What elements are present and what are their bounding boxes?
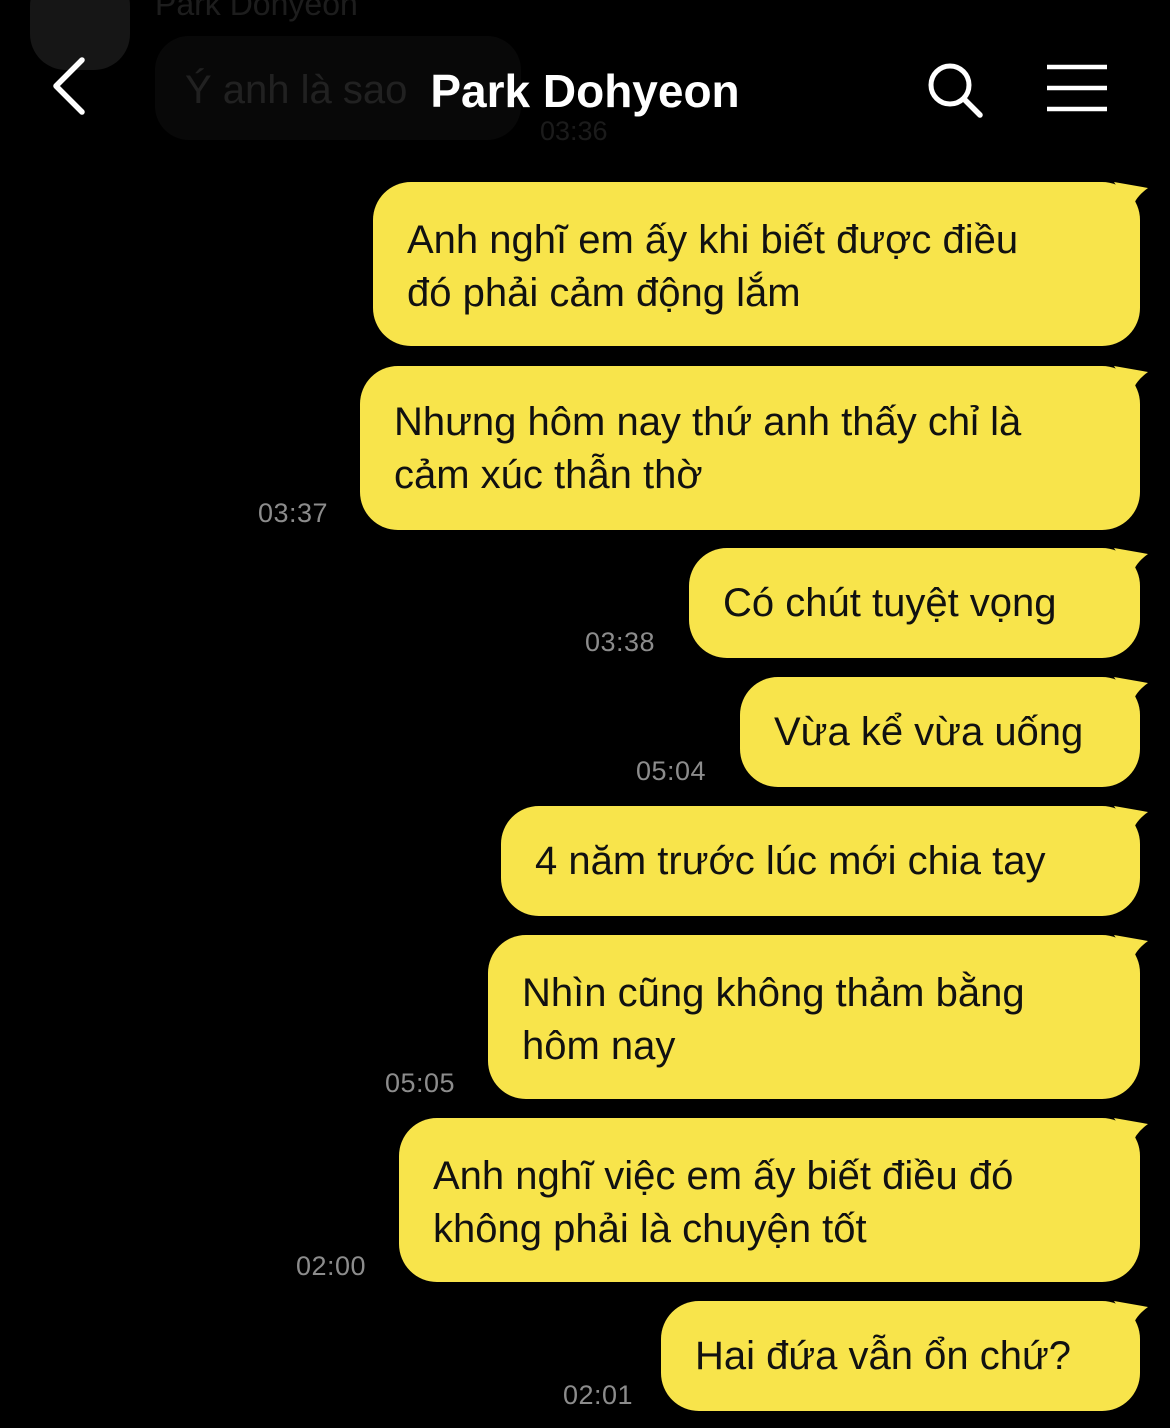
message-timestamp: 02:01 [563, 1380, 634, 1410]
message-bubble[interactable]: Nhưng hôm nay thứ anh thấy chỉ là cảm xú… [360, 366, 1148, 530]
bubble-tail [1114, 182, 1148, 210]
hamburger-menu-icon [1047, 64, 1107, 112]
menu-button[interactable] [1044, 62, 1110, 118]
message-bubble[interactable]: Anh nghĩ em ấy khi biết được điều đó phả… [373, 182, 1148, 346]
bubble-tail [1114, 1301, 1148, 1329]
message-text-line: hôm nay [522, 1024, 676, 1068]
message-bubble[interactable]: Có chút tuyệt vọng [689, 548, 1148, 658]
message-text-line: Anh nghĩ việc em ấy biết điều đó [433, 1154, 1014, 1198]
bubble-tail [1114, 806, 1148, 834]
outgoing-message: Có chút tuyệt vọng [689, 548, 1148, 658]
outgoing-message: Anh nghĩ em ấy khi biết được điều đó phả… [373, 182, 1148, 346]
message-bubble[interactable]: Hai đứa vẫn ổn chứ? [661, 1301, 1148, 1411]
outgoing-message: Nhưng hôm nay thứ anh thấy chỉ là cảm xú… [360, 366, 1148, 530]
message-text-line: cảm xúc thẫn thờ [394, 453, 703, 497]
chat-header: Park Dohyeon [0, 30, 1170, 150]
message-text-line: Có chút tuyệt vọng [723, 581, 1057, 625]
bubble-tail [1114, 548, 1148, 576]
search-button[interactable] [922, 58, 988, 124]
bubble-tail [1114, 1118, 1148, 1146]
chat-screen: Park Dohyeon Ý anh là sao 03:36 Park Doh… [0, 0, 1170, 1428]
bubble-tail [1114, 935, 1148, 963]
search-icon [928, 63, 983, 118]
page-title: Park Dohyeon [430, 65, 740, 117]
message-timestamp: 03:38 [585, 627, 656, 657]
message-text-line: Vừa kể vừa uống [774, 710, 1084, 754]
outgoing-message: Anh nghĩ việc em ấy biết điều đó không p… [399, 1118, 1148, 1282]
outgoing-message: Hai đứa vẫn ổn chứ? [661, 1301, 1148, 1411]
back-button[interactable] [40, 54, 100, 124]
message-timestamp: 05:04 [636, 756, 707, 786]
chevron-left-icon [53, 57, 85, 115]
message-bubble[interactable]: Anh nghĩ việc em ấy biết điều đó không p… [399, 1118, 1148, 1282]
message-bubble[interactable]: 4 năm trước lúc mới chia tay [501, 806, 1148, 916]
message-bubble[interactable]: Nhìn cũng không thảm bằng hôm nay [488, 935, 1148, 1099]
message-text-line: Hai đứa vẫn ổn chứ? [695, 1334, 1071, 1378]
message-timestamp: 02:00 [296, 1251, 367, 1281]
message-text-line: đó phải cảm động lắm [407, 271, 801, 315]
bubble-tail [1114, 677, 1148, 705]
bubble-tail [1114, 366, 1148, 394]
message-text-line: 4 năm trước lúc mới chia tay [535, 839, 1046, 883]
message-bubble[interactable]: Vừa kể vừa uống [740, 677, 1148, 787]
sender-name: Park Dohyeon [155, 0, 358, 22]
message-timestamp: 03:37 [258, 498, 329, 528]
outgoing-message: 4 năm trước lúc mới chia tay [501, 806, 1148, 916]
message-text-line: Nhưng hôm nay thứ anh thấy chỉ là [394, 400, 1022, 444]
message-text-line: Anh nghĩ em ấy khi biết được điều [407, 218, 1019, 262]
outgoing-message: Vừa kể vừa uống [740, 677, 1148, 787]
message-timestamp: 05:05 [385, 1068, 456, 1098]
message-text-line: Nhìn cũng không thảm bằng [522, 971, 1025, 1015]
outgoing-message: Nhìn cũng không thảm bằng hôm nay [488, 935, 1148, 1099]
message-text-line: không phải là chuyện tốt [433, 1207, 867, 1251]
